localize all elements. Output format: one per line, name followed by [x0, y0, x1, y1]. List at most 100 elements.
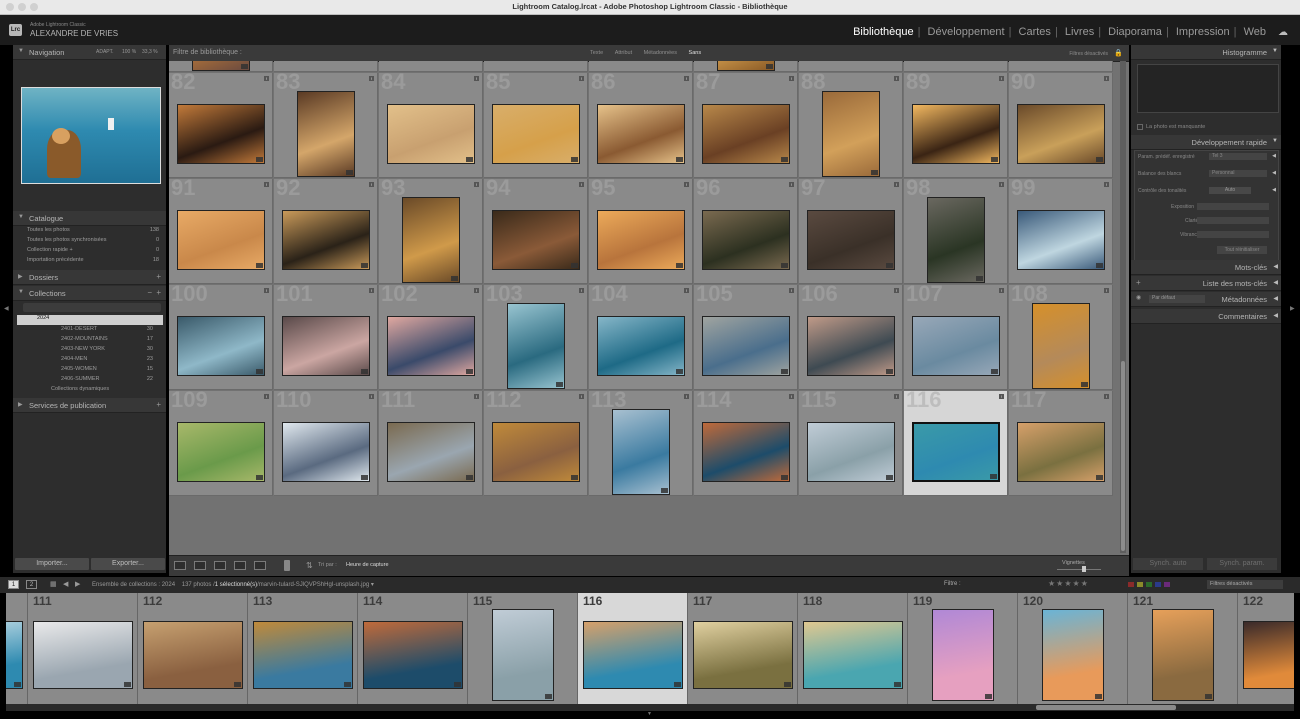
missing-file-badge-icon[interactable]: !	[474, 76, 479, 81]
grid-cell[interactable]: 99!	[1009, 179, 1113, 284]
photo-thumbnail[interactable]	[402, 197, 460, 283]
missing-file-badge-icon[interactable]: !	[264, 288, 269, 293]
edit-badge-icon[interactable]	[346, 170, 353, 175]
survey-view-button[interactable]	[234, 561, 246, 570]
photo-thumbnail[interactable]	[282, 316, 370, 376]
edit-badge-icon[interactable]	[781, 263, 788, 268]
collection-2406-summer[interactable]: 2406-SUMMER 22	[35, 376, 153, 386]
grid-cell[interactable]: 98!	[904, 179, 1008, 284]
edit-badge-icon[interactable]	[466, 475, 473, 480]
missing-file-badge-icon[interactable]: !	[474, 182, 479, 187]
grid-cell[interactable]: 90!	[1009, 73, 1113, 178]
reset-all-button[interactable]: Tout réinitialiser	[1217, 246, 1267, 254]
grid-cell[interactable]: 89!	[904, 73, 1008, 178]
grid-cell[interactable]: 95!	[589, 179, 693, 284]
filter-metadata-option[interactable]: Métadonnées	[644, 50, 677, 56]
navigator-header[interactable]: ▼ Navigation ADAPT. 100 % 33,3 %	[13, 45, 166, 60]
edit-badge-icon[interactable]	[556, 382, 563, 387]
secondary-window-button[interactable]: 2	[26, 580, 37, 589]
right-panel-toggle-icon[interactable]: ▶	[1290, 305, 1295, 312]
grid-cell[interactable]: !	[799, 61, 903, 72]
grid-cell[interactable]: !	[694, 61, 798, 72]
grid-cell[interactable]: 105!	[694, 285, 798, 390]
collection-2403-new-york[interactable]: 2403-NEW YORK 30	[35, 346, 153, 356]
filmstrip-thumbnail[interactable]	[693, 621, 793, 689]
metadata-preset-select[interactable]: Par défaut	[1149, 295, 1205, 303]
module-map[interactable]: Cartes	[1019, 26, 1051, 38]
grid-cell[interactable]: 97!	[799, 179, 903, 284]
photo-thumbnail[interactable]	[912, 422, 1000, 482]
edit-badge-icon[interactable]	[571, 475, 578, 480]
grid-cell[interactable]: 108!	[1009, 285, 1113, 390]
grid-cell[interactable]: 93!	[379, 179, 483, 284]
edit-badge-icon[interactable]	[361, 369, 368, 374]
exposure-steppers[interactable]	[1197, 203, 1269, 210]
photo-thumbnail[interactable]	[912, 316, 1000, 376]
grid-cell[interactable]: 100!	[169, 285, 273, 390]
grid-cell[interactable]: 109!	[169, 391, 273, 496]
photo-thumbnail[interactable]	[597, 104, 685, 164]
filmstrip-thumbnail[interactable]	[253, 621, 353, 689]
catalog-header[interactable]: ▼ Catalogue	[13, 211, 166, 226]
folders-header[interactable]: ▶ Dossiers +	[13, 270, 166, 285]
edit-badge-icon[interactable]	[886, 475, 893, 480]
edit-badge-icon[interactable]	[241, 64, 248, 69]
edit-badge-icon[interactable]	[1096, 157, 1103, 162]
photo-thumbnail[interactable]	[612, 409, 670, 495]
grid-cell[interactable]: 85!	[484, 73, 588, 178]
edit-badge-icon[interactable]	[781, 475, 788, 480]
grid-cell[interactable]: !	[589, 61, 693, 72]
add-publish-service-icon[interactable]: +	[156, 400, 161, 409]
missing-file-badge-icon[interactable]: !	[999, 394, 1004, 399]
missing-file-badge-icon[interactable]: !	[1104, 288, 1109, 293]
filmstrip-cell[interactable]: 120	[1018, 593, 1128, 704]
photo-thumbnail[interactable]	[717, 61, 775, 71]
missing-file-badge-icon[interactable]: !	[999, 182, 1004, 187]
missing-file-badge-icon[interactable]: !	[579, 394, 584, 399]
missing-file-badge-icon[interactable]: !	[474, 394, 479, 399]
missing-file-badge-icon[interactable]: !	[789, 76, 794, 81]
grid-cell[interactable]: 111!	[379, 391, 483, 496]
edit-badge-icon[interactable]	[676, 369, 683, 374]
filmstrip-thumbnail[interactable]	[33, 621, 133, 689]
publish-services-header[interactable]: ▶ Services de publication +	[13, 398, 166, 413]
collection-2405-women[interactable]: 2405-WOMEN 15	[35, 366, 153, 376]
collection-2401-desert[interactable]: 2401-DESERT 30	[35, 326, 153, 336]
edit-badge-icon[interactable]	[344, 682, 351, 687]
left-panel-toggle-icon[interactable]: ◀	[4, 305, 9, 312]
edit-badge-icon[interactable]	[256, 369, 263, 374]
photo-thumbnail[interactable]	[492, 104, 580, 164]
module-library[interactable]: Bibliothèque	[853, 26, 914, 38]
compare-view-button[interactable]	[214, 561, 226, 570]
edit-badge-icon[interactable]	[766, 64, 773, 69]
grid-cell[interactable]: 91!	[169, 179, 273, 284]
filmstrip-cell[interactable]: 114	[358, 593, 468, 704]
photo-thumbnail[interactable]	[177, 316, 265, 376]
module-slideshow[interactable]: Diaporama	[1108, 26, 1162, 38]
catalog-quick-collection[interactable]: Collection rapide +0	[27, 247, 159, 257]
edit-badge-icon[interactable]	[1081, 382, 1088, 387]
smart-collections[interactable]: Collections dynamiques	[35, 386, 153, 396]
comments-header[interactable]: Commentaires ◀	[1131, 309, 1281, 324]
filmstrip-toggle-icon[interactable]: ▼	[647, 711, 652, 717]
photo-thumbnail[interactable]	[507, 303, 565, 389]
grid-cell[interactable]: 117!	[1009, 391, 1113, 496]
photo-thumbnail[interactable]	[492, 422, 580, 482]
edit-badge-icon[interactable]	[661, 488, 668, 493]
grid-cell[interactable]: 96!	[694, 179, 798, 284]
filter-attribute-option[interactable]: Attribut	[615, 50, 632, 56]
missing-file-badge-icon[interactable]: !	[369, 288, 374, 293]
grid-view-button[interactable]	[174, 561, 186, 570]
white-balance-select[interactable]: Personnal	[1209, 170, 1267, 177]
missing-file-badge-icon[interactable]: !	[789, 288, 794, 293]
missing-file-badge-icon[interactable]: !	[264, 76, 269, 81]
thumbnail-size-slider-handle[interactable]	[1082, 566, 1086, 572]
edit-badge-icon[interactable]	[991, 157, 998, 162]
edit-badge-icon[interactable]	[894, 682, 901, 687]
filmstrip-thumbnail[interactable]	[1152, 609, 1214, 701]
missing-file-badge-icon[interactable]: !	[894, 288, 899, 293]
photo-thumbnail[interactable]	[702, 316, 790, 376]
missing-file-badge-icon[interactable]: !	[1104, 182, 1109, 187]
filmstrip-cell[interactable]	[6, 593, 28, 704]
tone-auto-button[interactable]: Auto	[1209, 187, 1251, 194]
